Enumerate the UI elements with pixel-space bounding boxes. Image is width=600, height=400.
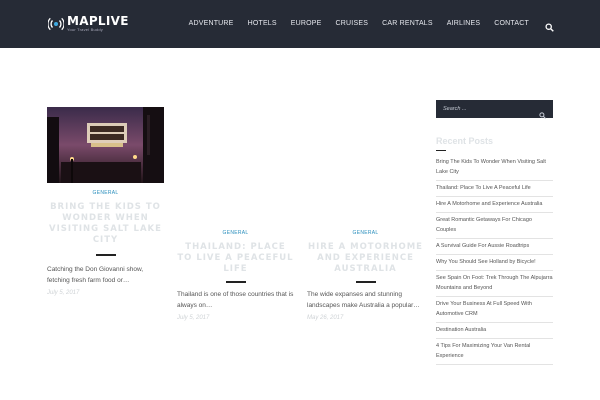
recent-post-link[interactable]: Destination Australia [436,323,553,339]
nav-item-adventure[interactable]: ADVENTURE [189,20,234,27]
post-date: July 5, 2017 [177,315,210,321]
post-excerpt: The wide expanses and stunning landscape… [307,291,420,309]
nav-item-car-rentals[interactable]: CAR RENTALS [382,20,433,27]
site-header: MAPLIVE Your Travel Buddy ADVENTURE HOTE… [0,0,600,48]
radio-waves-icon [48,16,64,32]
post-title[interactable]: THAILAND: PLACE TO LIVE A PEACEFUL LIFE [177,242,294,275]
brand-tagline: Your Travel Buddy [67,27,103,32]
recent-post-link[interactable]: Why You Should See Holland by Bicycle! [436,255,553,271]
post-date: May 26, 2017 [307,315,344,321]
recent-post-link[interactable]: Great Romantic Getaways For Chicago Coup… [436,213,553,239]
recent-post-link[interactable]: A Survival Guide For Aussie Roadtrips [436,239,553,255]
title-divider [355,281,376,283]
post-date: July 5, 2017 [47,290,80,296]
post-category[interactable]: GENERAL [47,190,164,196]
recent-post-link[interactable]: Drive Your Business At Full Speed With A… [436,297,553,323]
main-nav: ADVENTURE HOTELS EUROPE CRUISES CAR RENT… [175,19,554,32]
nav-item-contact[interactable]: CONTACT [494,20,529,27]
post-card: GENERAL BRING THE KIDS TO WONDER WHEN VI… [47,190,164,296]
post-title[interactable]: BRING THE KIDS TO WONDER WHEN VISITING S… [47,202,164,246]
post-excerpt: Catching the Don Giovanni show, fetching… [47,266,144,284]
recent-post-link[interactable]: 4 Tips For Maximizing Your Van Rental Ex… [436,339,553,365]
heading-underline [436,150,446,151]
title-divider [225,281,246,283]
search-icon[interactable] [545,19,554,32]
post-category[interactable]: GENERAL [177,230,294,236]
nav-item-europe[interactable]: EUROPE [291,20,322,27]
post-card: GENERAL THAILAND: PLACE TO LIVE A PEACEF… [177,230,294,321]
recent-post-link[interactable]: Bring The Kids To Wonder When Visiting S… [436,155,553,181]
search-icon[interactable] [539,106,546,119]
nav-item-cruises[interactable]: CRUISES [336,20,369,27]
recent-post-link[interactable]: Thailand: Place To Live A Peaceful Life [436,181,553,197]
post-thumbnail-salt-lake[interactable] [47,107,164,183]
nav-item-airlines[interactable]: AIRLINES [447,20,481,27]
post-excerpt: Thailand is one of those countries that … [177,291,294,309]
recent-post-link[interactable]: See Spain On Foot: Trek Through The Alpu… [436,271,553,297]
nav-item-hotels[interactable]: HOTELS [248,20,277,27]
search-input[interactable]: Search ... [443,106,539,112]
recent-posts-heading: Recent Posts [436,136,494,146]
sidebar-search-box[interactable]: Search ... [436,100,553,119]
title-divider [95,254,116,256]
post-card: GENERAL HIRE A MOTORHOME AND EXPERIENCE … [307,230,424,321]
post-category[interactable]: GENERAL [307,230,424,236]
post-title[interactable]: HIRE A MOTORHOME AND EXPERIENCE AUSTRALI… [307,242,424,275]
brand-name: MAPLIVE [67,14,129,28]
recent-post-link[interactable]: Hire A Motorhome and Experience Australi… [436,197,553,213]
site-logo[interactable]: MAPLIVE Your Travel Buddy [48,15,129,32]
recent-posts-list: Bring The Kids To Wonder When Visiting S… [436,155,553,365]
